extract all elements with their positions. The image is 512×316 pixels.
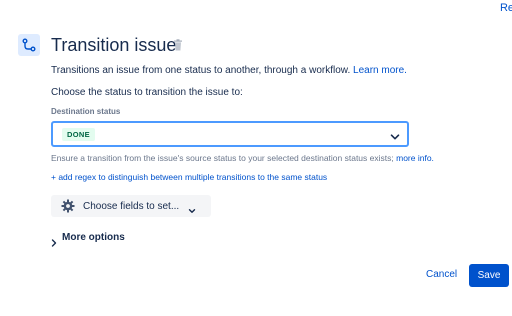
helper-text: Ensure a transition from the issue's sou…: [51, 153, 434, 163]
status-lozenge: DONE: [62, 128, 95, 141]
description-text: Transitions an issue from one status to …: [51, 65, 354, 76]
more-info-link[interactable]: more info.: [396, 153, 434, 163]
gear-icon: [61, 199, 75, 213]
helper-text-body: Ensure a transition from the issue's sou…: [51, 153, 397, 163]
save-button[interactable]: Save: [469, 264, 509, 287]
add-regex-link[interactable]: + add regex to distinguish between multi…: [51, 172, 327, 182]
destination-status-label: Destination status: [51, 107, 121, 116]
more-options-toggle[interactable]: More options: [51, 232, 125, 247]
corner-link[interactable]: Re: [500, 2, 512, 14]
description: Transitions an issue from one status to …: [51, 65, 407, 76]
transition-issue-panel: Re Transition issue Transitions an issue…: [0, 0, 512, 316]
learn-more-link[interactable]: Learn more.: [353, 65, 407, 76]
page-title: Transition issue: [51, 35, 177, 55]
destination-status-select[interactable]: DONE: [51, 121, 409, 147]
chevron-down-icon: [188, 202, 196, 213]
choose-fields-button[interactable]: Choose fields to set...: [51, 195, 211, 217]
cancel-button[interactable]: Cancel: [418, 264, 465, 286]
transition-icon: [18, 34, 40, 56]
choose-fields-label: Choose fields to set...: [83, 200, 180, 212]
trash-icon[interactable]: [173, 38, 183, 51]
chevron-down-icon[interactable]: [390, 129, 400, 140]
chevron-right-icon: [51, 234, 57, 247]
more-options-label: More options: [62, 232, 125, 243]
choose-status-prompt: Choose the status to transition the issu…: [51, 87, 243, 98]
